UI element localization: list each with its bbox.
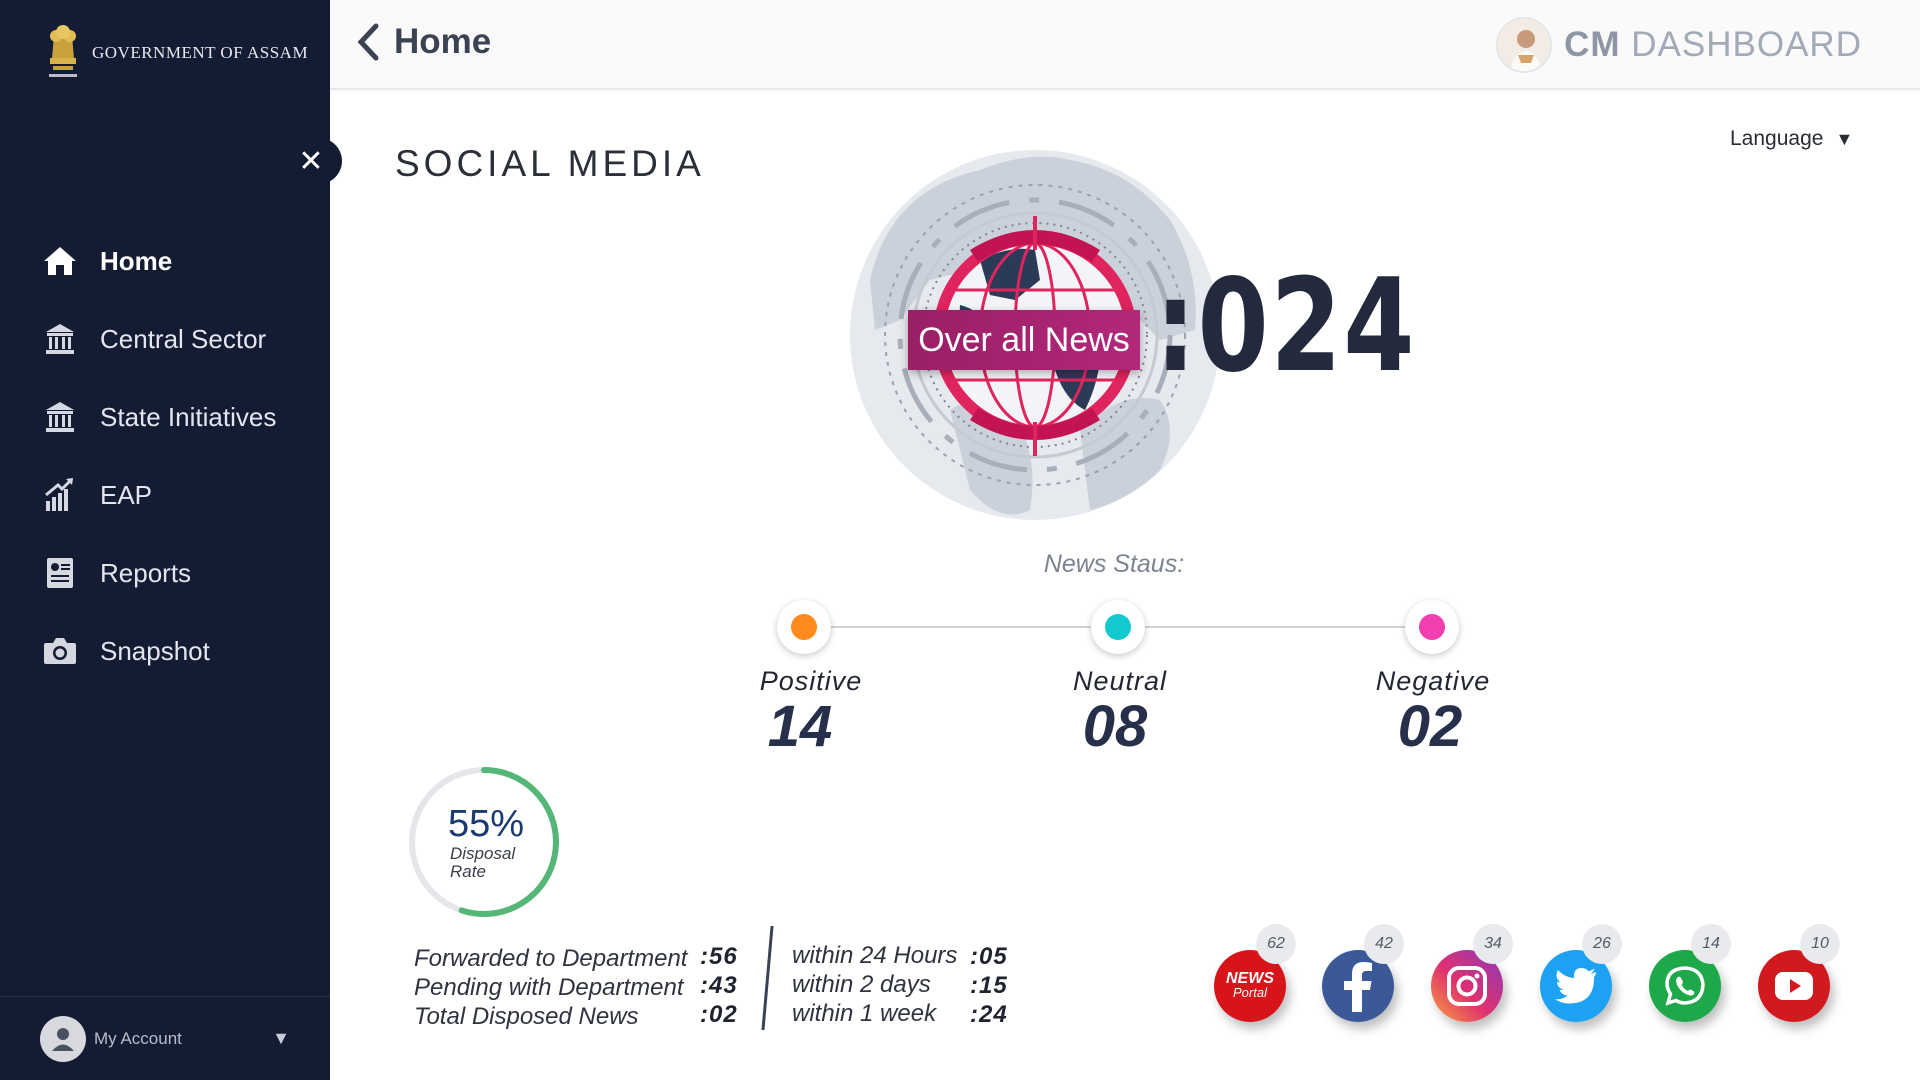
disposed-value: :02 [700, 1001, 738, 1028]
within-2-days-value: :15 [970, 972, 1008, 999]
close-icon: ✕ [298, 143, 324, 179]
disposal-rate-label: Disposal Rate [450, 844, 516, 881]
within-2-days-label: within 2 days [792, 971, 931, 998]
facebook-count: 42 [1364, 924, 1404, 964]
pending-value: :43 [700, 972, 738, 999]
sidebar-item-state-initiatives[interactable]: State Initiatives [0, 378, 330, 456]
user-avatar-icon [40, 1015, 86, 1062]
logo-text: GOVERNMENT OF ASSAM [92, 43, 309, 62]
growth-chart-icon [42, 477, 78, 513]
overall-news-label: Over all News [908, 310, 1140, 370]
news-portal-icon: NEWS Portal [1226, 970, 1274, 1000]
twitter-count: 26 [1582, 924, 1622, 964]
within-24-hours-value: :05 [970, 943, 1008, 970]
negative-status-dot [1405, 600, 1459, 654]
bank-icon [42, 399, 78, 435]
government-logo: GOVERNMENT OF ASSAM [44, 22, 308, 84]
sidebar-item-eap[interactable]: EAP [0, 456, 330, 534]
sidebar-item-central-sector[interactable]: Central Sector [0, 300, 330, 378]
forwarded-value: :56 [700, 943, 738, 970]
home-icon [42, 243, 78, 279]
page-title: Home [394, 22, 492, 61]
chevron-left-icon [357, 23, 379, 61]
emblem-icon [49, 25, 77, 77]
sidebar-item-label: Snapshot [100, 635, 210, 666]
news-status-title: News Staus: [1043, 550, 1185, 578]
top-header: Home CM DASHBOARD [330, 0, 1920, 90]
cm-dashboard-brand: CM DASHBOARD [1496, 17, 1862, 73]
sidebar-item-label: Home [100, 245, 173, 276]
instagram-count: 34 [1473, 924, 1513, 964]
close-sidebar-button[interactable]: ✕ [292, 138, 342, 184]
caret-down-icon: ▼ [272, 1028, 290, 1048]
positive-dot [791, 614, 817, 640]
whatsapp-count: 14 [1691, 924, 1731, 964]
account-label: My Account [94, 1028, 182, 1048]
disposed-label: Total Disposed News [414, 1003, 639, 1030]
language-select[interactable]: Language ▼ [1730, 127, 1853, 151]
back-button[interactable]: Home [356, 22, 491, 62]
neutral-dot [1105, 614, 1131, 640]
pending-label: Pending with Department [414, 974, 684, 1001]
within-1-week-label: within 1 week [792, 1000, 937, 1027]
dashboard-title: CM DASHBOARD [1564, 25, 1862, 64]
within-1-week-value: :24 [970, 1001, 1008, 1028]
twitter-icon [1555, 968, 1596, 1004]
sidebar-nav: Home Central Sector State Initiatives EA… [0, 222, 330, 690]
disposal-rate-percent: 55% [448, 803, 525, 845]
within-24-hours-label: within 24 Hours [792, 942, 958, 969]
time-stats-labels: within 24 Hours within 2 days within 1 w… [792, 941, 957, 1028]
neutral-count: 08 [1082, 694, 1148, 759]
positive-status-dot [777, 600, 831, 654]
department-stats-labels: Forwarded to Department Pending with Dep… [414, 944, 687, 1031]
forwarded-label: Forwarded to Department [414, 945, 688, 972]
facebook-icon [1344, 962, 1372, 1012]
youtube-icon [1775, 972, 1813, 1000]
whatsapp-icon [1665, 966, 1705, 1006]
neutral-status-dot [1091, 600, 1145, 654]
negative-dot [1419, 614, 1445, 640]
section-title: SOCIAL MEDIA [395, 143, 705, 184]
sidebar-item-label: EAP [100, 479, 153, 510]
positive-count: 14 [767, 694, 833, 759]
sidebar-item-snapshot[interactable]: Snapshot [0, 612, 330, 690]
caret-down-icon: ▼ [1835, 129, 1854, 149]
bank-icon [42, 321, 78, 357]
sidebar-item-home[interactable]: Home [0, 222, 330, 300]
negative-count: 02 [1397, 694, 1463, 759]
instagram-icon [1447, 966, 1487, 1006]
department-stats-values: :56 :43 :02 [700, 942, 738, 1029]
camera-icon [42, 633, 78, 669]
sidebar: GOVERNMENT OF ASSAM ✕ Home Central Secto… [0, 0, 342, 1080]
sidebar-item-label: Central Sector [100, 323, 267, 354]
stats-divider [761, 926, 774, 1030]
account-menu[interactable]: My Account ▼ [0, 996, 330, 1080]
overall-news-count: :024 [1155, 252, 1417, 401]
sidebar-item-label: State Initiatives [100, 401, 277, 432]
youtube-count: 10 [1800, 924, 1840, 964]
language-label: Language [1730, 127, 1824, 150]
cm-avatar [1496, 17, 1553, 73]
news-portal-count: 62 [1256, 924, 1296, 964]
time-stats-values: :05 :15 :24 [970, 942, 1008, 1029]
